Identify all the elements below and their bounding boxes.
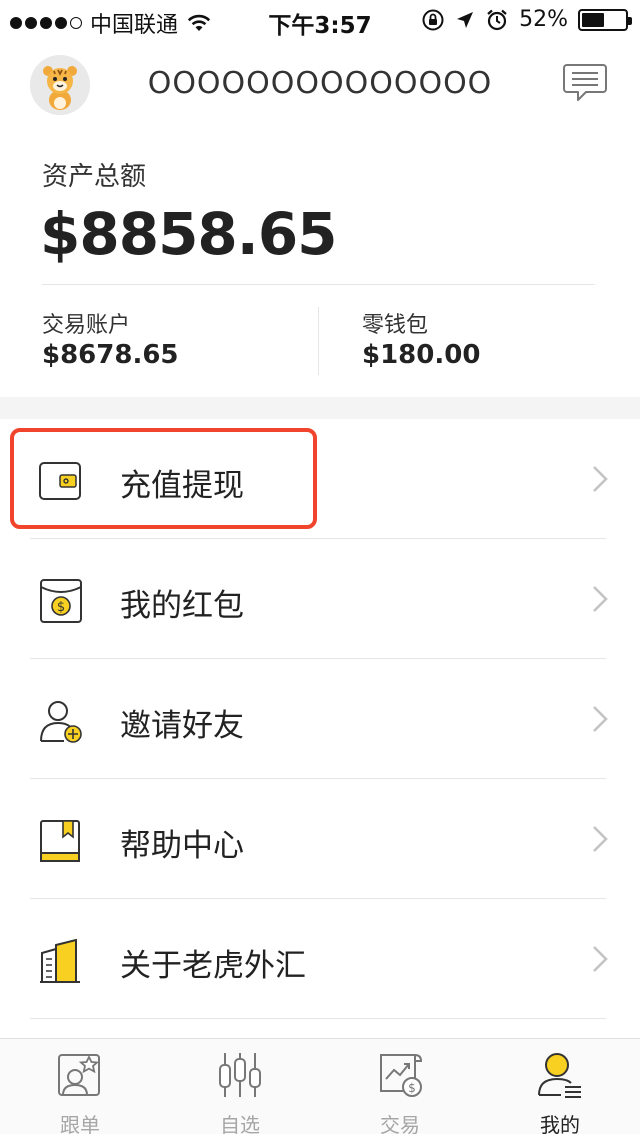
menu-item-help-center[interactable]: 帮助中心 (0, 779, 640, 899)
menu-item-label: 帮助中心 (120, 828, 244, 864)
candlestick-icon (215, 1051, 265, 1099)
help-book-icon (38, 819, 84, 863)
tab-watchlist[interactable]: 自选 (160, 1039, 320, 1134)
menu-divider (30, 1018, 606, 1019)
red-packet-icon: $ (38, 579, 84, 623)
tab-mine[interactable]: 我的 (480, 1039, 640, 1134)
svg-text:$: $ (57, 600, 65, 615)
highlight-annotation-box (10, 428, 317, 529)
tab-label: 跟单 (60, 1113, 100, 1134)
chevron-right-icon (593, 826, 608, 852)
rotation-lock-icon (422, 9, 444, 30)
wallet-label: 零钱包 (362, 313, 429, 338)
total-assets-label: 资产总额 (42, 162, 147, 192)
chevron-right-icon (593, 586, 608, 612)
tiger-avatar-icon (30, 55, 90, 115)
menu-item-label: 邀请好友 (120, 708, 244, 744)
battery-percent: 52% (519, 7, 568, 32)
battery-icon (578, 8, 632, 31)
chevron-right-icon (593, 706, 608, 732)
menu-item-red-packet[interactable]: $ 我的红包 (0, 539, 640, 659)
chevron-right-icon (593, 466, 608, 492)
alarm-clock-icon (487, 9, 507, 30)
menu-item-label: 我的红包 (120, 588, 244, 624)
chevron-right-icon (593, 946, 608, 972)
username: OOOOOOOOOOOOOO (147, 66, 493, 101)
invite-friend-icon (38, 699, 84, 743)
trade-chart-icon: $ (375, 1051, 425, 1099)
tab-trade[interactable]: $ 交易 (320, 1039, 480, 1134)
status-right: 52% (421, 7, 632, 32)
wallet-value: $180.00 (362, 340, 481, 370)
trading-account-label: 交易账户 (42, 313, 131, 338)
menu-item-label: 关于老虎外汇 (120, 948, 306, 984)
section-gap (0, 397, 640, 419)
assets-divider (42, 284, 595, 285)
location-arrow-icon (457, 11, 474, 28)
menu-item-about[interactable]: 关于老虎外汇 (0, 899, 640, 1019)
tab-follow[interactable]: 跟单 (0, 1039, 160, 1134)
trading-account-value: $8678.65 (42, 340, 179, 370)
follow-icon (55, 1051, 105, 1099)
assets-vertical-divider (318, 307, 319, 375)
tab-label: 我的 (540, 1113, 580, 1134)
profile-icon (535, 1051, 585, 1099)
svg-text:$: $ (408, 1081, 416, 1095)
about-building-icon (38, 938, 84, 983)
menu-item-invite-friends[interactable]: 邀请好友 (0, 659, 640, 779)
total-assets-value: $8858.65 (40, 200, 338, 268)
message-icon[interactable] (562, 62, 608, 106)
avatar[interactable] (30, 55, 90, 115)
tab-label: 自选 (220, 1113, 260, 1134)
battery-level (582, 12, 604, 27)
tab-bar: 跟单 自选 $ 交易 我的 (0, 1038, 640, 1134)
tab-label: 交易 (380, 1113, 420, 1134)
status-bar: 中国联通 下午3:57 52% (0, 0, 640, 40)
